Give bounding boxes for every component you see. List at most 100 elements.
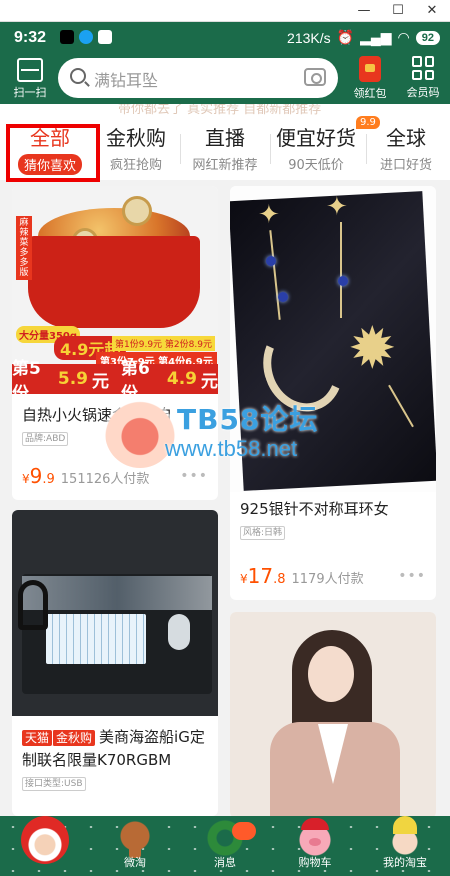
product-image xyxy=(12,510,218,716)
tab-autumn-sale[interactable]: 金秋购 疯狂抢购 xyxy=(98,122,174,173)
deal-label: 第6份 xyxy=(121,359,150,394)
scan-icon xyxy=(17,58,43,82)
tab-cheap-goods[interactable]: 便宜好货 90天低价 xyxy=(272,122,360,173)
search-placeholder: 满钻耳坠 xyxy=(94,71,159,90)
deal-unit: 元 xyxy=(92,371,109,392)
tab-divider xyxy=(366,134,367,164)
maximize-icon[interactable]: ☐ xyxy=(386,2,410,20)
nav-weitao[interactable]: 微淘 xyxy=(90,816,180,876)
star-earring-visual: ✦ xyxy=(258,200,280,230)
scan-label: 扫一扫 xyxy=(13,86,47,99)
top-header: 9:32 213K/s ⏰ ▂▄▆ ◠ 92 扫一扫 满钻耳坠 领红包 会员码 xyxy=(0,22,450,104)
scan-button[interactable]: 扫一扫 xyxy=(8,58,52,100)
nav-label: 消息 xyxy=(214,856,236,869)
santa-home-icon xyxy=(21,816,69,864)
chain-visual xyxy=(340,222,342,318)
product-title: 自热小火锅速食网红自 xyxy=(22,406,173,424)
elf-profile-icon xyxy=(385,816,425,858)
model-visual xyxy=(308,646,354,702)
image-deal-bottom: 第5份 5.9 元 第6份 4.9 元 xyxy=(12,359,218,394)
image-vertical-label: 麻辣菜多多版 xyxy=(16,216,32,280)
nav-messages[interactable]: 消息 xyxy=(180,816,270,876)
gem-visual xyxy=(338,276,348,286)
star-earring-visual: ✹ xyxy=(348,314,397,382)
price: ¥17.8 xyxy=(240,564,286,588)
more-options-icon[interactable]: ••• xyxy=(398,568,426,584)
tab-divider xyxy=(270,134,271,164)
tab-global[interactable]: 全球 进口好货 xyxy=(368,122,444,173)
member-code-button[interactable]: 会员码 xyxy=(400,56,446,100)
alarm-icon: ⏰ xyxy=(336,29,355,45)
gingerbread-icon xyxy=(115,818,155,858)
search-icon xyxy=(70,68,86,84)
deal-price: 5.9 xyxy=(57,369,88,389)
product-image: 麻辣菜多多版 大分量350g 4.9元起 第1份9.9元 第2份8.9元 第3份… xyxy=(12,186,218,394)
app-s-icon xyxy=(98,30,112,44)
annotation-highlight-box xyxy=(6,124,100,182)
sold-count: 151126人付款 xyxy=(60,472,150,487)
nav-home[interactable] xyxy=(0,816,90,876)
product-image xyxy=(230,612,436,818)
mousepad-visual xyxy=(22,576,212,610)
wifi-icon: ◠ xyxy=(397,29,410,45)
red-packet-button[interactable]: 领红包 xyxy=(346,56,394,101)
tiktok-icon xyxy=(60,30,74,44)
member-code-label: 会员码 xyxy=(406,86,440,99)
nav-label: 我的淘宝 xyxy=(383,856,427,869)
tab-title: 便宜好货 xyxy=(276,126,356,150)
product-title: 925银针不对称耳环女 xyxy=(240,500,389,518)
headset-visual xyxy=(18,580,48,630)
window-title-bar: — ☐ ✕ xyxy=(0,0,450,22)
app-icon xyxy=(79,30,93,44)
product-card[interactable]: 天猫 金秋购 美商海盗船iG定制联名限量K70RGBM 接口类型:USB xyxy=(12,510,218,816)
tab-subtitle: 90天低价 xyxy=(288,158,344,173)
more-options-icon[interactable]: ••• xyxy=(180,468,208,484)
network-speed: 213K/s xyxy=(287,29,331,46)
price: ¥9.9 xyxy=(22,464,55,488)
minimize-icon[interactable]: — xyxy=(352,2,376,20)
price-integer: 17 xyxy=(247,564,274,588)
product-tag: 品牌:ABD xyxy=(22,432,69,446)
nav-cart[interactable]: 购物车 xyxy=(270,816,360,876)
notification-icons xyxy=(60,30,112,44)
price-decimal: .8 xyxy=(273,572,286,587)
product-card[interactable]: 麻辣菜多多版 大分量350g 4.9元起 第1份9.9元 第2份8.9元 第3份… xyxy=(12,186,218,500)
nav-my-taobao[interactable]: 我的淘宝 xyxy=(360,816,450,876)
food-visual xyxy=(122,196,152,226)
nav-label: 微淘 xyxy=(124,856,146,869)
message-bubble-icon xyxy=(232,822,256,840)
banner-text: 带你都去了 真实推荐 自都新都推荐 xyxy=(118,104,322,117)
tab-subtitle: 网红新推荐 xyxy=(192,158,258,173)
banner-strip[interactable]: 带你都去了 真实推荐 自都新都推荐 xyxy=(0,104,450,118)
gem-visual xyxy=(266,256,276,266)
tab-title: 金秋购 xyxy=(106,126,166,150)
deal-unit: 元 xyxy=(201,371,218,392)
tab-subtitle: 进口好货 xyxy=(379,158,432,173)
keyboard-visual xyxy=(46,614,146,664)
bottom-nav: 微淘 消息 购物车 我的淘宝 xyxy=(0,816,450,876)
tab-badge: 9.9 xyxy=(356,116,380,129)
product-title: 天猫 金秋购 美商海盗船iG定制联名限量K70RGBM xyxy=(12,726,218,771)
star-earring-visual: ✦ xyxy=(326,192,348,222)
tmall-badge: 天猫 xyxy=(22,730,53,746)
tab-subtitle: 疯狂抢购 xyxy=(109,158,162,173)
camera-icon[interactable] xyxy=(304,68,326,86)
price-integer: 9 xyxy=(29,464,43,488)
product-tag: 接口类型:USB xyxy=(22,777,86,791)
search-bar[interactable]: 满钻耳坠 xyxy=(58,58,338,98)
mouse-visual xyxy=(168,614,190,650)
close-icon[interactable]: ✕ xyxy=(420,2,444,20)
tab-title: 直播 xyxy=(205,126,245,150)
qr-code-icon xyxy=(412,56,434,80)
tab-title: 全球 xyxy=(386,126,426,150)
tab-live[interactable]: 直播 网红新推荐 xyxy=(184,122,266,173)
deal-price: 4.9 xyxy=(166,369,197,389)
red-packet-label: 领红包 xyxy=(353,87,387,100)
product-card[interactable]: ✦ ✦ ✹ 925银针不对称耳环女 风格:日韩 ¥17.8 1179人付款 ••… xyxy=(230,186,436,600)
signal-icon: ▂▄▆ xyxy=(360,29,392,45)
product-image: ✦ ✦ ✹ xyxy=(230,186,436,492)
product-card[interactable] xyxy=(230,612,436,818)
pig-cart-icon xyxy=(295,818,335,858)
gem-visual xyxy=(278,292,288,302)
nav-label: 购物车 xyxy=(298,856,332,869)
